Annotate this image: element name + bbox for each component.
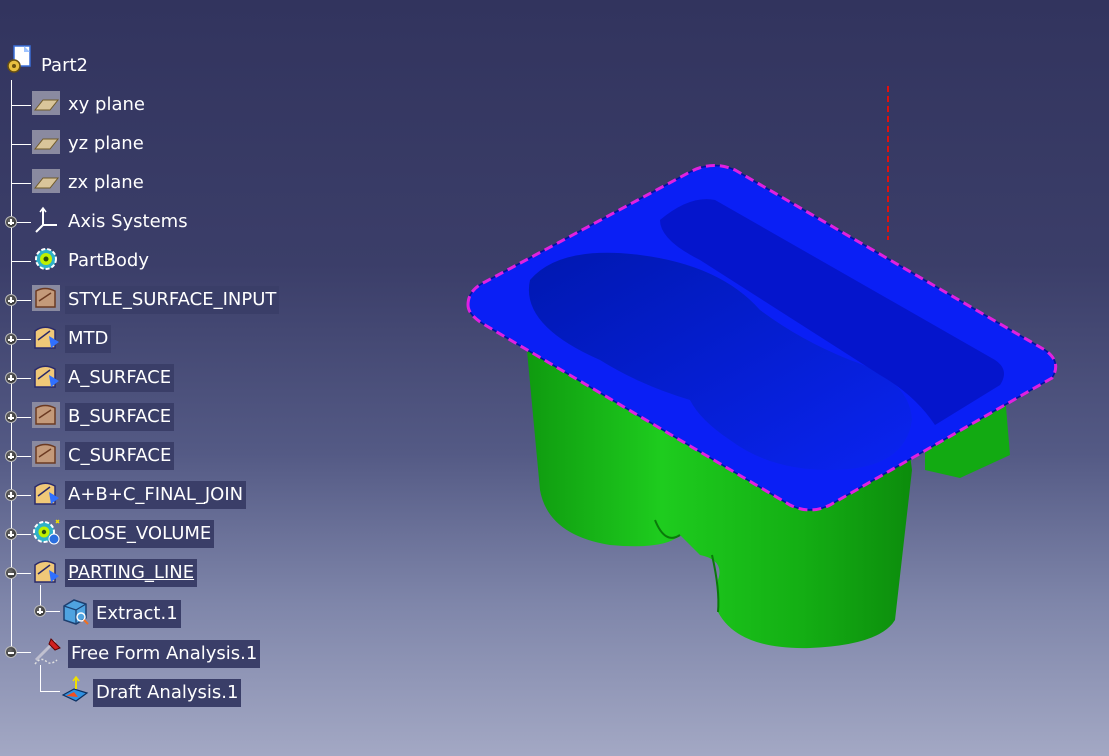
tree-node-label: A_SURFACE: [65, 364, 175, 392]
collapse-free-form-analysis-button[interactable]: [5, 646, 17, 658]
tree-node-label: Part2: [41, 55, 88, 76]
tree-node-label: B_SURFACE: [65, 403, 175, 431]
tree-branch-line: [11, 105, 31, 106]
tree-node-label: C_SURFACE: [65, 442, 175, 470]
plane-icon: [32, 91, 60, 115]
expand-style-surface-input-button[interactable]: [5, 294, 17, 306]
plane-icon: [32, 169, 60, 193]
expand-b-surface-button[interactable]: [5, 411, 17, 423]
geometrical-set-hidden-icon: [32, 285, 60, 311]
tree-node-label: MTD: [65, 325, 112, 353]
draft-analysis-icon: [61, 675, 89, 702]
specification-tree: Part2 xy plane yz plane zx plane Axis Sy…: [0, 0, 330, 756]
tree-node-label: STYLE_SURFACE_INPUT: [65, 286, 280, 314]
tree-node-label: zx plane: [68, 172, 144, 193]
tree-node-label: A+B+C_FINAL_JOIN: [65, 481, 247, 509]
tree-node-label: xy plane: [68, 94, 145, 115]
extract-icon: [63, 599, 89, 625]
tree-branch-line: [40, 691, 60, 692]
expand-c-surface-button[interactable]: [5, 450, 17, 462]
geometrical-set-icon: [34, 560, 59, 583]
tree-node-label: yz plane: [68, 133, 144, 154]
tree-node-label: PARTING_LINE: [65, 559, 198, 587]
geometrical-set-hidden-icon: [32, 441, 60, 467]
tree-node-label: CLOSE_VOLUME: [65, 520, 215, 548]
tree-node-label: Free Form Analysis.1: [68, 640, 261, 668]
tree-branch-line: [11, 183, 31, 184]
plane-icon: [32, 130, 60, 154]
tree-node-label: Axis Systems: [68, 211, 188, 232]
expand-a-surface-button[interactable]: [5, 372, 17, 384]
tree-node-label: Extract.1: [93, 600, 181, 628]
body-gear-icon: [33, 519, 60, 545]
expand-final-join-button[interactable]: [5, 489, 17, 501]
free-form-analysis-icon: [34, 638, 61, 665]
tree-subbranch-line: [40, 665, 41, 691]
partbody-gear-icon: [35, 248, 57, 270]
expand-close-volume-button[interactable]: [5, 528, 17, 540]
geometrical-set-icon: [34, 326, 59, 349]
tree-node-label: Draft Analysis.1: [93, 679, 242, 707]
part-icon: [7, 45, 31, 73]
collapse-parting-line-button[interactable]: [5, 567, 17, 579]
tree-branch-line: [11, 261, 31, 262]
tree-branch-line: [11, 144, 31, 145]
geometrical-set-hidden-icon: [32, 402, 60, 428]
3d-viewport[interactable]: [430, 60, 1109, 710]
tree-node-label: PartBody: [68, 250, 149, 271]
expand-extract-button[interactable]: [34, 605, 46, 617]
geometrical-set-icon: [34, 365, 59, 388]
expand-mtd-button[interactable]: [5, 333, 17, 345]
geometrical-set-icon: [34, 482, 59, 505]
axis-system-icon: [35, 206, 57, 233]
expand-axis-systems-button[interactable]: [5, 216, 17, 228]
